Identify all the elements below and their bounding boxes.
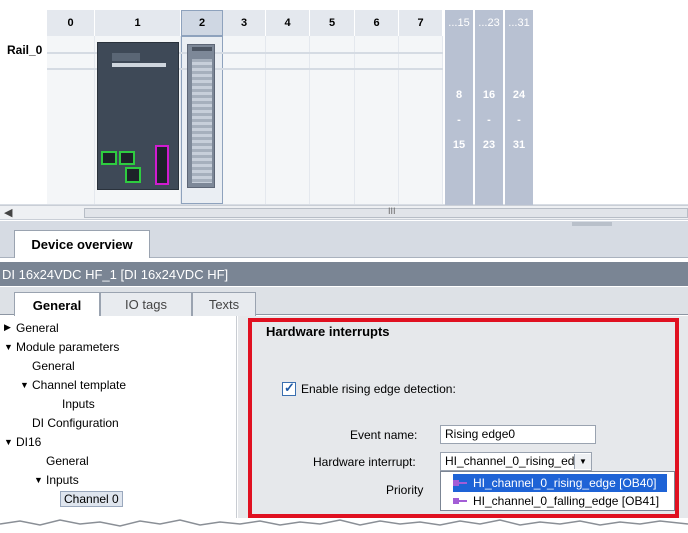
slot-group-header: ...23 (478, 17, 500, 29)
di-module-header (192, 47, 212, 51)
slot-column-7[interactable] (399, 36, 443, 204)
nav-item-label: General (16, 320, 59, 335)
tab-general[interactable]: General (14, 292, 100, 317)
nav-item-di-configuration[interactable]: DI Configuration (0, 413, 237, 432)
slot-group-end: 15 (452, 139, 466, 151)
scroll-grip: III (388, 206, 396, 216)
di-module-terminal (192, 59, 212, 183)
nav-item-label: General (32, 358, 75, 373)
slot-column-3[interactable] (223, 36, 266, 204)
slot-group-header: ...15 (448, 17, 470, 29)
nav-item-label: Inputs (62, 396, 95, 411)
highlight-frame (248, 318, 679, 518)
nav-item-general[interactable]: ▶ General (0, 318, 237, 337)
cpu-module[interactable] (97, 42, 179, 190)
nav-item-label: General (46, 453, 89, 468)
slot-column-5[interactable] (310, 36, 355, 204)
module-title: DI 16x24VDC HF_1 [DI 16x24VDC HF] (0, 262, 688, 286)
cpu-port-3 (125, 167, 141, 183)
tree-collapse-icon[interactable]: ▼ (34, 475, 46, 485)
nav-item-label: Channel template (32, 377, 127, 392)
cpu-port-2 (119, 151, 135, 165)
slot-header-3[interactable]: 3 (223, 10, 266, 36)
slot-header-2[interactable]: 2 (181, 10, 223, 36)
nav-item-module-parameters[interactable]: ▼ Module parameters (0, 337, 237, 356)
scroll-left-icon[interactable]: ◀ (4, 206, 12, 219)
tree-collapse-icon[interactable]: ▼ (4, 437, 16, 447)
parameter-nav-tree: ▶ General ▼ Module parameters General ▼ Cha… (0, 316, 237, 530)
cpu-port-4 (155, 145, 169, 185)
torn-edge (0, 518, 688, 530)
slot-column-0[interactable] (47, 36, 95, 204)
nav-item-inputs[interactable]: ▼ Inputs (0, 470, 237, 489)
slot-group-start: 24 (512, 89, 526, 101)
cpu-status-strip (112, 63, 166, 67)
tree-expand-icon[interactable]: ▶ (4, 322, 16, 333)
nav-item-general[interactable]: General (0, 356, 237, 375)
slot-group-start: 16 (482, 89, 496, 101)
nav-item-label: DI16 (16, 434, 42, 449)
di-module[interactable] (187, 44, 215, 188)
rack-horizontal-scrollbar[interactable]: ◀ III (0, 205, 688, 220)
slot-header-7[interactable]: 7 (399, 10, 443, 36)
slot-header-6[interactable]: 6 (355, 10, 399, 36)
cpu-display (112, 53, 140, 61)
slot-group-end: 31 (512, 139, 526, 151)
slot-header-5[interactable]: 5 (310, 10, 355, 36)
slot-group-end: 23 (482, 139, 496, 151)
nav-item-channel-0[interactable]: Channel 0 (0, 489, 237, 508)
slot-header-1[interactable]: 1 (95, 10, 181, 36)
slot-header-4[interactable]: 4 (266, 10, 310, 36)
tree-collapse-icon[interactable]: ▼ (4, 342, 16, 352)
scroll-thumb[interactable] (84, 208, 688, 218)
nav-item-inputs[interactable]: Inputs (0, 394, 237, 413)
nav-item-di16[interactable]: ▼ DI16 (0, 432, 237, 451)
nav-item-channel-template[interactable]: ▼ Channel template (0, 375, 237, 394)
cpu-port-1 (101, 151, 117, 165)
slot-group-24-31[interactable] (505, 10, 533, 205)
nav-item-label: Channel 0 (60, 490, 123, 507)
slot-group-sep: - (487, 114, 491, 126)
rack-view: Rail_0 0 1 2 3 4 5 6 7 ...15 ...23 ...31… (0, 0, 688, 205)
slot-group-start: 8 (455, 89, 463, 101)
slot-header-0[interactable]: 0 (47, 10, 95, 36)
slot-group-16-23[interactable] (475, 10, 503, 205)
tree-collapse-icon[interactable]: ▼ (20, 380, 32, 390)
tab-io-tags[interactable]: IO tags (100, 292, 192, 316)
slot-group-header: ...31 (508, 17, 530, 29)
nav-item-label: Inputs (46, 472, 79, 487)
tab-texts[interactable]: Texts (192, 292, 256, 316)
rail-label: Rail_0 (7, 43, 43, 57)
nav-item-general[interactable]: General (0, 451, 237, 470)
torn-edge-shape (0, 519, 688, 527)
splitter-handle[interactable] (572, 222, 612, 226)
slot-column-6[interactable] (355, 36, 399, 204)
tab-device-overview[interactable]: Device overview (14, 230, 150, 258)
slot-group-sep: - (517, 114, 521, 126)
slot-group-8-15[interactable] (445, 10, 473, 205)
nav-item-label: DI Configuration (32, 415, 119, 430)
slot-group-sep: - (457, 114, 461, 126)
nav-item-label: Module parameters (16, 339, 120, 354)
slot-column-4[interactable] (266, 36, 310, 204)
